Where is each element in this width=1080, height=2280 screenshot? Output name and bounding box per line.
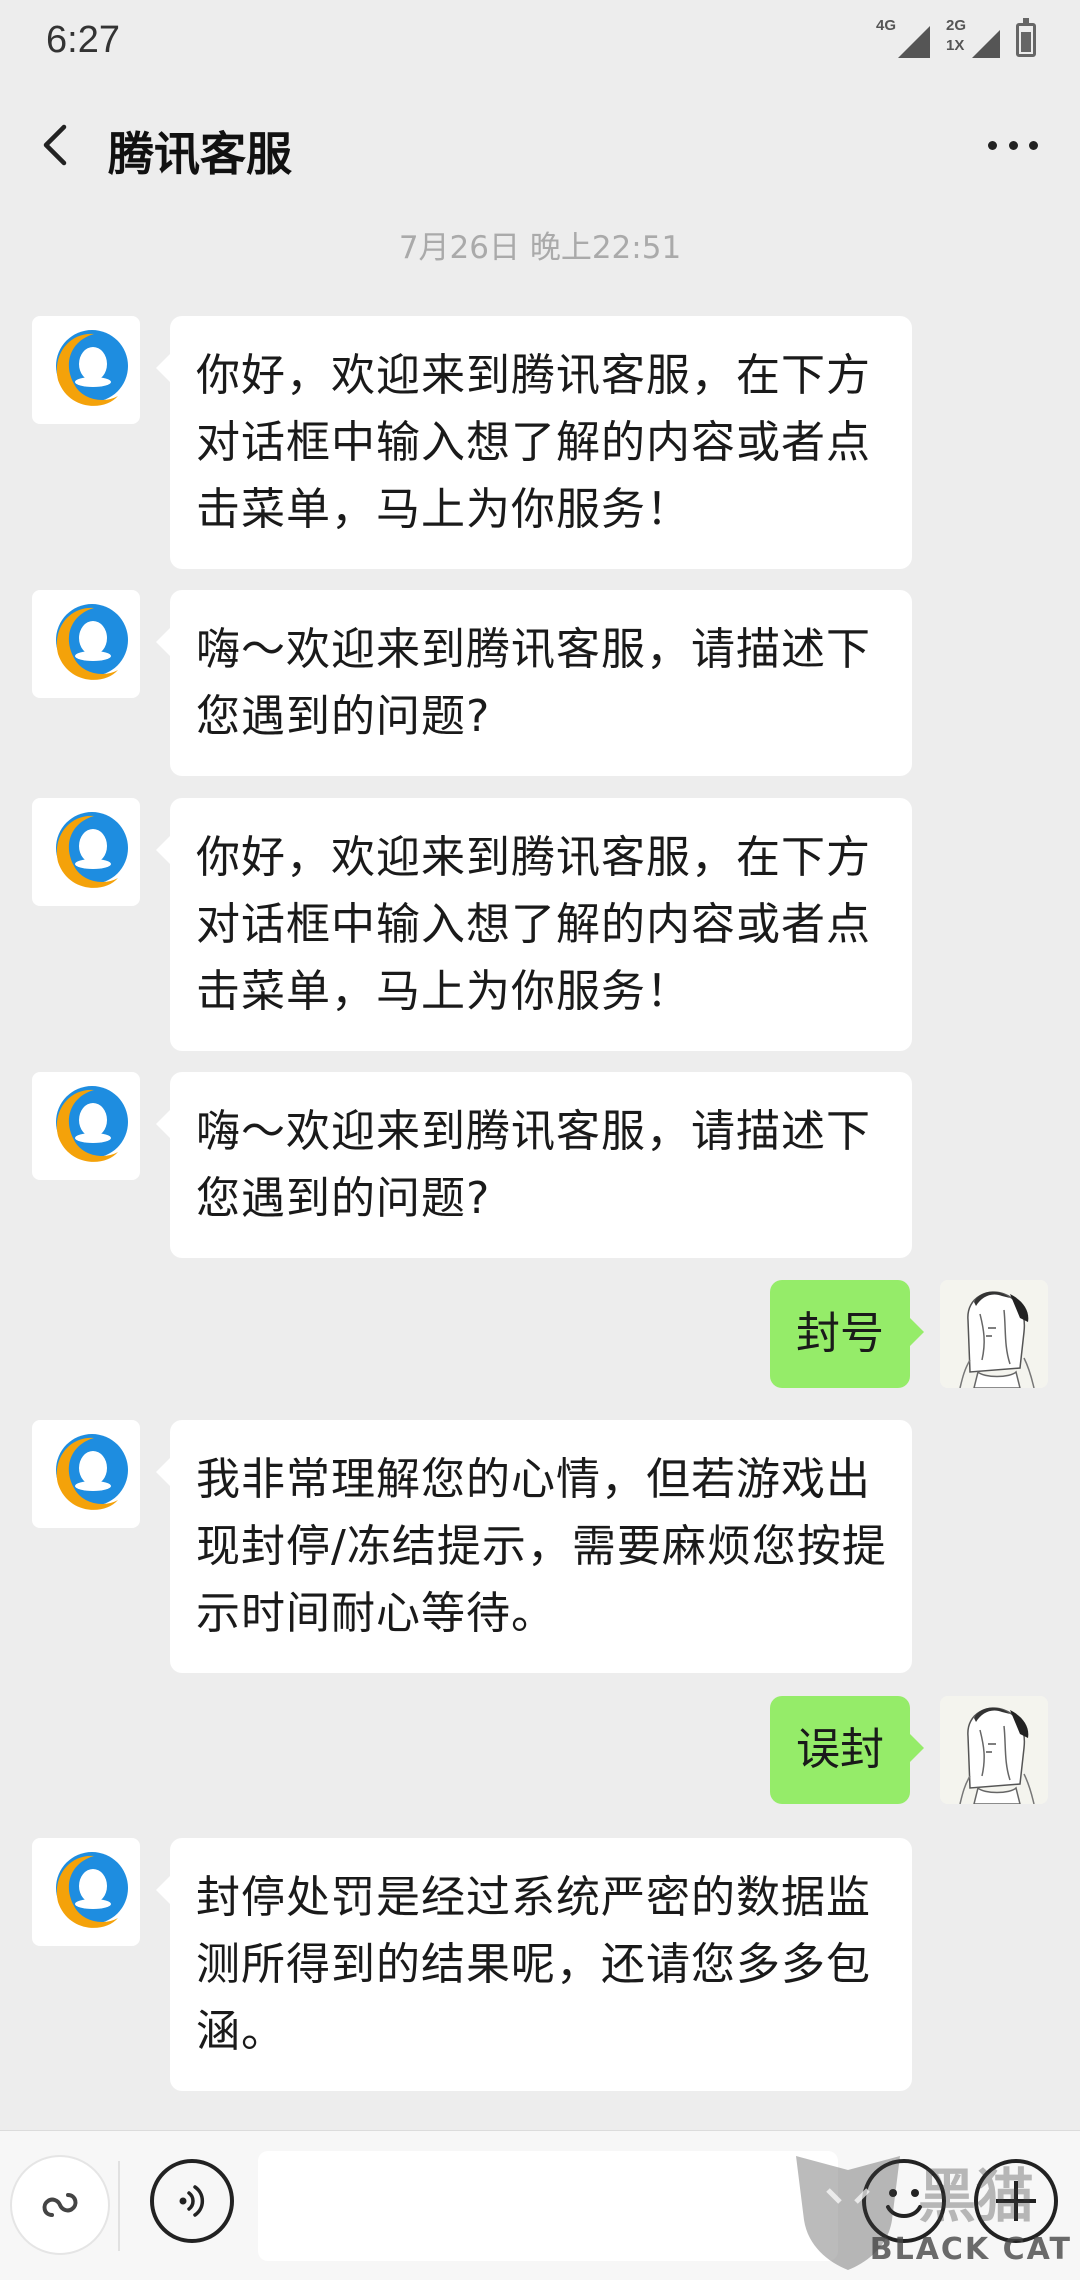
chat-header: 腾讯客服: [0, 80, 1080, 210]
incoming-message: 你好，欢迎来到腾讯客服，在下方对话框中输入想了解的内容或者点击菜单，马上为你服务…: [156, 316, 912, 569]
service-avatar[interactable]: [32, 1072, 140, 1180]
signal-2g-icon: 2G 1X: [946, 17, 1002, 60]
signal-1x-label: 1X: [946, 37, 965, 54]
voice-button[interactable]: [150, 2159, 234, 2243]
status-icons: 4G 2G 1X: [876, 17, 1036, 60]
divider: [118, 2161, 120, 2251]
voice-icon: [179, 2185, 205, 2217]
outgoing-message: 误封: [770, 1696, 924, 1804]
service-avatar[interactable]: [32, 1838, 140, 1946]
tencent-service-logo-icon: [56, 1086, 128, 1162]
emoji-icon: [886, 2189, 922, 2218]
service-avatar[interactable]: [32, 590, 140, 698]
incoming-message: 封停处罚是经过系统严密的数据监测所得到的结果呢，还请您多多包涵。: [156, 1838, 912, 2091]
message-input[interactable]: [258, 2151, 838, 2261]
back-arrow-icon: [43, 124, 67, 166]
signal-2g-label: 2G: [946, 17, 967, 34]
anime-user-avatar-icon: [940, 1280, 1048, 1388]
incoming-message: 嗨～欢迎来到腾讯客服，请描述下您遇到的问题?: [156, 590, 912, 776]
battery-icon: [1016, 18, 1036, 57]
mini-program-icon: [42, 2193, 78, 2217]
status-time: 6:27: [46, 18, 120, 61]
anime-user-avatar-icon: [940, 1696, 1048, 1804]
service-avatar[interactable]: [32, 316, 140, 424]
status-bar: 6:27 4G 2G 1X: [0, 0, 1080, 80]
user-avatar[interactable]: [940, 1280, 1048, 1388]
page-title: 腾讯客服: [108, 127, 292, 181]
emoji-button[interactable]: [862, 2159, 946, 2243]
incoming-message: 我非常理解您的心情，但若游戏出现封停/冻结提示，需要麻烦您按提示时间耐心等待。: [156, 1420, 912, 1673]
chat-timestamp: 7月26日 晚上22:51: [398, 230, 682, 266]
signal-4g-label: 4G: [876, 17, 897, 34]
more-dots-icon: [988, 140, 997, 150]
outgoing-message: 封号: [770, 1280, 924, 1388]
incoming-message: 嗨～欢迎来到腾讯客服，请描述下您遇到的问题?: [156, 1072, 912, 1258]
back-button[interactable]: [30, 115, 90, 175]
user-avatar[interactable]: [940, 1696, 1048, 1804]
signal-4g-icon: 4G: [876, 17, 932, 60]
watermark-text: BLACK CAT: [869, 2232, 1072, 2267]
tencent-service-logo-icon: [56, 604, 128, 680]
tencent-service-logo-icon: [56, 812, 128, 888]
tencent-service-logo-icon: [56, 330, 128, 406]
plus-button[interactable]: [974, 2159, 1058, 2243]
more-button[interactable]: [978, 115, 1048, 175]
service-avatar[interactable]: [32, 798, 140, 906]
tencent-service-logo-icon: [56, 1852, 128, 1928]
mini-program-button[interactable]: [10, 2155, 110, 2255]
service-avatar[interactable]: [32, 1420, 140, 1528]
tencent-service-logo-icon: [56, 1434, 128, 1510]
incoming-message: 你好，欢迎来到腾讯客服，在下方对话框中输入想了解的内容或者点击菜单，马上为你服务…: [156, 798, 912, 1051]
